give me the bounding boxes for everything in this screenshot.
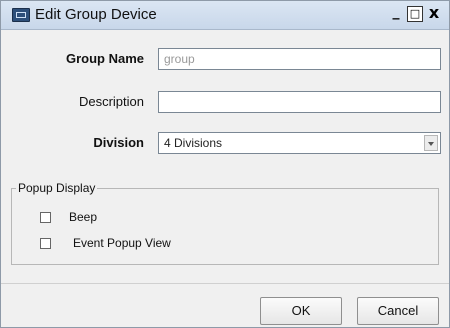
description-label: Description bbox=[78, 94, 144, 109]
division-label: Division bbox=[93, 135, 144, 150]
event-popup-view-label: Event Popup View bbox=[73, 236, 171, 250]
popup-display-legend: Popup Display bbox=[16, 181, 98, 195]
edit-group-device-dialog: Edit Group Device _ □ x Group Name Descr… bbox=[0, 0, 450, 328]
maximize-button[interactable]: □ bbox=[407, 6, 423, 22]
event-popup-view-checkbox[interactable] bbox=[40, 237, 51, 249]
beep-checkbox[interactable] bbox=[40, 211, 51, 223]
division-select[interactable]: 4 Divisions bbox=[158, 132, 441, 154]
description-input[interactable] bbox=[158, 91, 441, 113]
division-selected-value: 4 Divisions bbox=[164, 136, 223, 150]
footer-divider bbox=[1, 283, 449, 284]
beep-option[interactable]: Beep bbox=[40, 210, 97, 224]
popup-display-group: Popup Display Beep Event Popup View bbox=[11, 181, 439, 265]
group-name-label: Group Name bbox=[65, 51, 144, 66]
app-window-icon bbox=[12, 8, 30, 22]
title-bar[interactable]: Edit Group Device _ □ x bbox=[1, 1, 449, 30]
group-name-input[interactable] bbox=[158, 48, 441, 70]
chevron-down-icon[interactable] bbox=[424, 135, 438, 151]
window-controls: _ □ x bbox=[388, 5, 442, 22]
window-title: Edit Group Device bbox=[35, 6, 157, 23]
close-button[interactable]: x bbox=[426, 5, 442, 22]
event-popup-view-option[interactable]: Event Popup View bbox=[40, 236, 171, 250]
cancel-button[interactable]: Cancel bbox=[357, 297, 439, 325]
ok-button[interactable]: OK bbox=[260, 297, 342, 325]
minimize-button[interactable]: _ bbox=[388, 5, 404, 22]
beep-label: Beep bbox=[69, 210, 98, 224]
